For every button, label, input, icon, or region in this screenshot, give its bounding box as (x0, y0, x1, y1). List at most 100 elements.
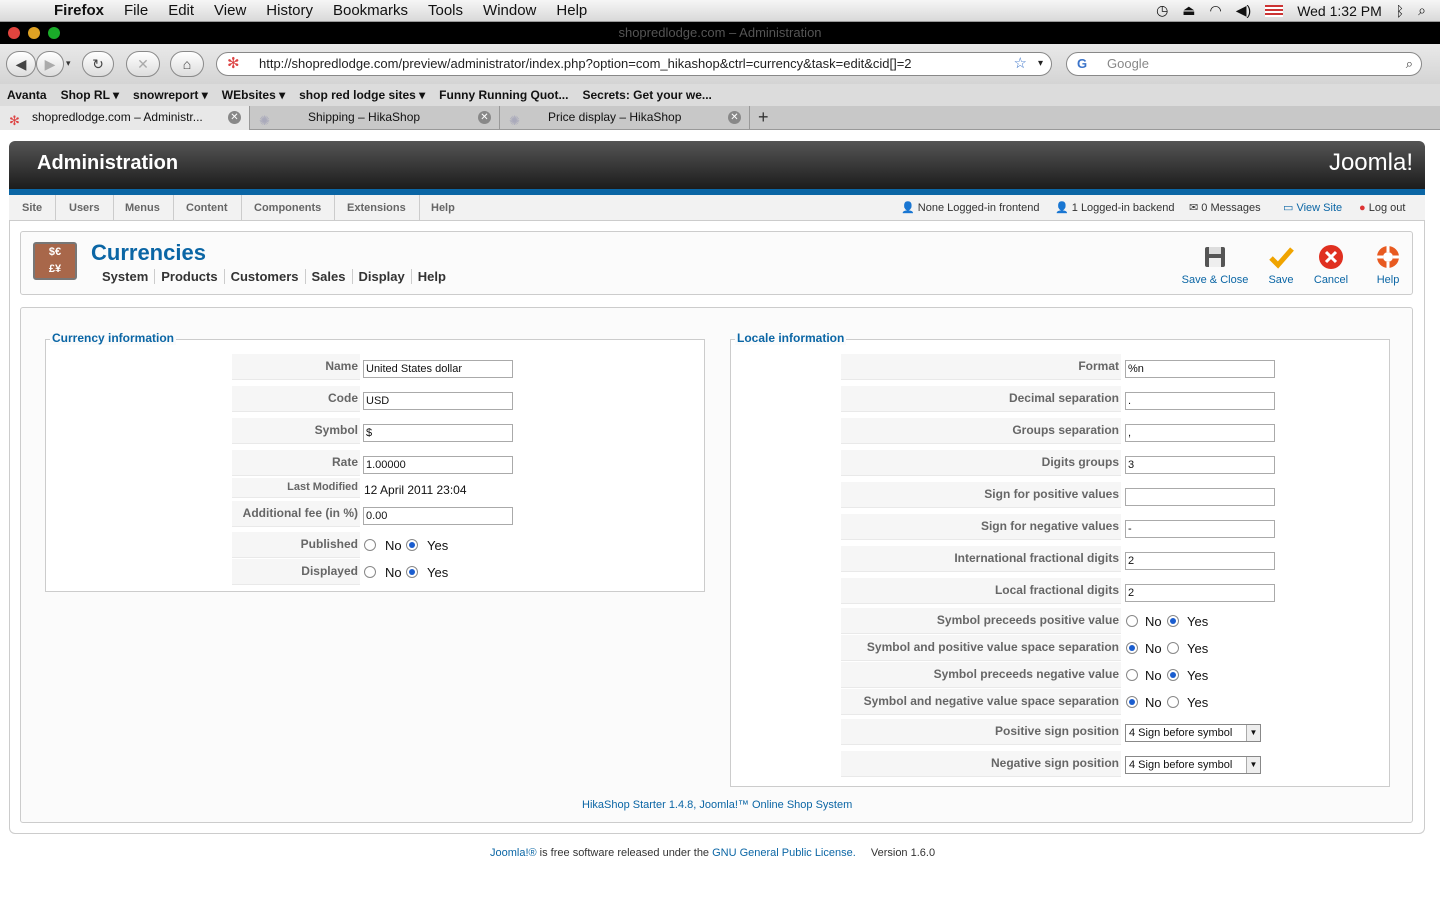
menu-extensions[interactable]: Extensions (334, 195, 420, 221)
forward-icon[interactable]: ▶ (36, 51, 64, 77)
stop-icon[interactable]: ✕ (126, 51, 160, 77)
save-button[interactable]: Save (1263, 244, 1299, 286)
submenu-customers[interactable]: Customers (225, 269, 306, 284)
wifi-icon[interactable]: ◠ (1210, 2, 1222, 19)
help-button[interactable]: Help (1373, 244, 1403, 286)
view-site-text: View Site (1296, 202, 1343, 214)
url-dropdown-icon[interactable]: ▾ (1038, 53, 1043, 75)
gpl-link[interactable]: GNU General Public License. (712, 847, 856, 859)
reload-icon[interactable]: ↻ (82, 51, 114, 77)
close-tab-icon[interactable]: ✕ (228, 111, 241, 124)
menu-file[interactable]: File (114, 2, 158, 19)
clock[interactable]: Wed 1:32 PM (1297, 3, 1382, 19)
neg-sign-input[interactable]: - (1125, 520, 1275, 538)
cancel-button[interactable]: Cancel (1311, 244, 1351, 286)
spotlight-icon[interactable]: ⌕ (1418, 2, 1426, 19)
bookmark-star-icon[interactable]: ☆ (1014, 53, 1027, 75)
logout-link[interactable]: ● Log out (1359, 195, 1405, 221)
url-bar[interactable]: ✻ http://shopredlodge.com/preview/admini… (216, 52, 1052, 76)
search-bar[interactable]: G Google ⌕ (1066, 52, 1422, 76)
bookmark-item[interactable]: snowreport ▾ (126, 88, 215, 102)
format-input[interactable]: %n (1125, 360, 1275, 378)
menu-help[interactable]: Help (546, 2, 597, 19)
close-tab-icon[interactable]: ✕ (728, 111, 741, 124)
bookmark-item[interactable]: shop red lodge sites ▾ (292, 88, 432, 102)
bookmark-item[interactable]: Secrets: Get your we... (575, 88, 718, 102)
code-input[interactable]: USD (363, 392, 513, 410)
sym-pre-neg-yes-radio[interactable] (1167, 669, 1179, 681)
displayed-no-radio[interactable] (364, 566, 376, 578)
tab-administration[interactable]: ✻ shopredlodge.com – Administr... ✕ (0, 106, 250, 130)
sym-space-pos-label: Symbol and positive value space separati… (841, 635, 1121, 661)
rate-input[interactable]: 1.00000 (363, 456, 513, 474)
tab-shipping[interactable]: ✺ Shipping – HikaShop ✕ (250, 106, 500, 130)
neg-position-select[interactable]: 4 Sign before symbol ▼ (1125, 756, 1261, 774)
save-close-button[interactable]: Save & Close (1179, 244, 1251, 286)
bookmark-item[interactable]: Funny Running Quot... (432, 88, 575, 102)
sym-space-neg-yes-radio[interactable] (1167, 696, 1179, 708)
bluetooth-icon[interactable]: ᛒ (1396, 3, 1404, 19)
intl-frac-input[interactable]: 2 (1125, 552, 1275, 570)
menu-menus[interactable]: Menus (112, 195, 174, 221)
submenu-help[interactable]: Help (412, 269, 452, 284)
zoom-window-icon[interactable] (48, 27, 60, 39)
menu-help[interactable]: Help (418, 195, 468, 221)
pos-sign-input[interactable] (1125, 488, 1275, 506)
published-yes-radio[interactable] (406, 539, 418, 551)
digits-input[interactable]: 3 (1125, 456, 1275, 474)
minimize-window-icon[interactable] (28, 27, 40, 39)
local-frac-input[interactable]: 2 (1125, 584, 1275, 602)
fee-input[interactable]: 0.00 (363, 507, 513, 525)
sym-pre-neg-no-radio[interactable] (1126, 669, 1138, 681)
joomla-favicon-icon: ✻ (9, 113, 20, 128)
close-window-icon[interactable] (8, 27, 20, 39)
menu-firefox[interactable]: Firefox (44, 2, 114, 19)
tab-price-display[interactable]: ✺ Price display – HikaShop ✕ (500, 106, 750, 130)
history-dropdown-icon[interactable]: ▾ (66, 58, 71, 69)
submenu-display[interactable]: Display (353, 269, 412, 284)
time-machine-icon[interactable]: ◷ (1156, 2, 1168, 19)
flag-icon[interactable] (1265, 4, 1284, 17)
menu-view[interactable]: View (204, 2, 256, 19)
new-tab-icon[interactable]: + (758, 106, 769, 128)
menu-history[interactable]: History (256, 2, 323, 19)
menu-bookmarks[interactable]: Bookmarks (323, 2, 418, 19)
page-toolbar: $€ £¥ Currencies System Products Customer… (20, 231, 1413, 295)
menu-users[interactable]: Users (56, 195, 114, 221)
menu-window[interactable]: Window (473, 2, 546, 19)
sym-space-pos-yes-radio[interactable] (1167, 642, 1179, 654)
published-no-radio[interactable] (364, 539, 376, 551)
home-icon[interactable]: ⌂ (170, 51, 204, 77)
submenu-system[interactable]: System (96, 269, 156, 284)
messages-status[interactable]: ✉ 0 Messages (1189, 195, 1261, 221)
menu-components[interactable]: Components (241, 195, 336, 221)
search-icon[interactable]: ⌕ (1406, 53, 1413, 75)
sym-pre-pos-yes-radio[interactable] (1167, 615, 1179, 627)
menu-site[interactable]: Site (9, 195, 57, 221)
sym-space-pos-no-radio[interactable] (1126, 642, 1138, 654)
google-icon[interactable]: G (1077, 53, 1087, 75)
bookmark-item[interactable]: Shop RL ▾ (54, 88, 126, 102)
menu-tools[interactable]: Tools (418, 2, 473, 19)
back-icon[interactable]: ◀ (6, 51, 36, 77)
pos-position-select[interactable]: 4 Sign before symbol ▼ (1125, 724, 1261, 742)
decimal-input[interactable]: . (1125, 392, 1275, 410)
menu-edit[interactable]: Edit (158, 2, 204, 19)
eject-icon[interactable]: ⏏ (1182, 2, 1195, 19)
volume-icon[interactable]: ◀) (1236, 2, 1251, 19)
submenu-products[interactable]: Products (155, 269, 225, 284)
bookmark-item[interactable]: Avanta (0, 88, 54, 102)
close-tab-icon[interactable]: ✕ (478, 111, 491, 124)
submenu-sales[interactable]: Sales (306, 269, 353, 284)
menu-content[interactable]: Content (173, 195, 242, 221)
sym-space-neg-no-radio[interactable] (1126, 696, 1138, 708)
symbol-input[interactable]: $ (363, 424, 513, 442)
displayed-yes-radio[interactable] (406, 566, 418, 578)
sym-pre-pos-no-radio[interactable] (1126, 615, 1138, 627)
view-site-link[interactable]: ▭ View Site (1283, 195, 1342, 221)
bookmark-item[interactable]: WEbsites ▾ (215, 88, 292, 102)
groups-input[interactable]: , (1125, 424, 1275, 442)
joomla-link[interactable]: Joomla!® (490, 847, 537, 859)
name-input[interactable]: United States dollar (363, 360, 513, 378)
hikashop-footer-link[interactable]: HikaShop Starter 1.4.8, Joomla!™ Online … (582, 799, 852, 811)
